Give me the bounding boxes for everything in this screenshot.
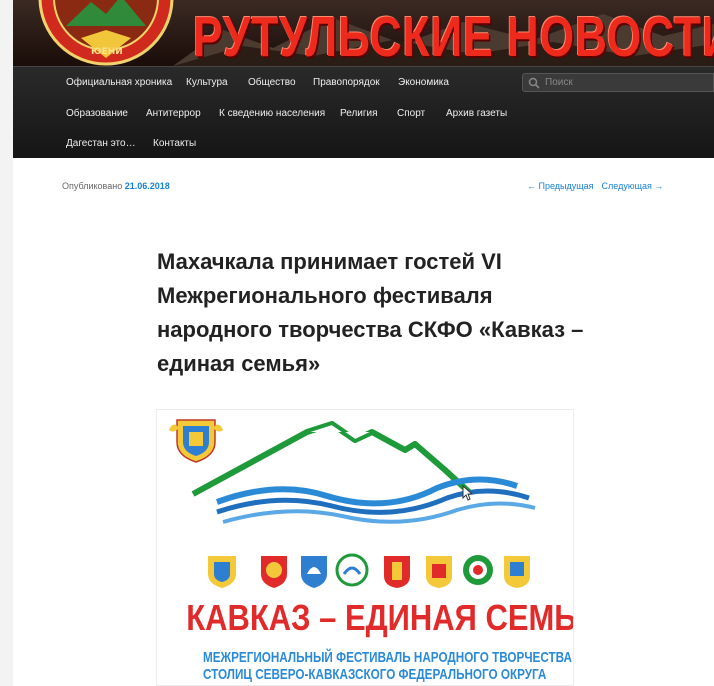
post-navigation: ← Предыдущая Следующая → bbox=[527, 181, 663, 191]
page-left-gutter bbox=[0, 0, 13, 686]
published-label: Опубликовано bbox=[62, 181, 123, 191]
makhachkala-emblem bbox=[169, 419, 223, 463]
site-logo-emblem: ЮЕНИ bbox=[38, 0, 174, 66]
chechnya-emblem bbox=[301, 556, 327, 588]
nav-item-education[interactable]: Образование bbox=[66, 108, 128, 120]
ossetia-emblem bbox=[463, 555, 493, 585]
poster-heading: КАВКАЗ – ЕДИНАЯ СЕМЬЯ bbox=[186, 597, 574, 638]
post-meta: Опубликовано 21.06.2018 bbox=[62, 181, 170, 191]
nav-item-economy[interactable]: Экономика bbox=[398, 77, 449, 89]
site-title: РУТУЛЬСКИЕ НОВОСТИ bbox=[193, 5, 714, 66]
nav-item-contacts[interactable]: Контакты bbox=[153, 138, 196, 150]
post-title: Махачкала принимает гостей VI Межрегиона… bbox=[157, 249, 584, 376]
krasnodar-emblem bbox=[261, 556, 287, 588]
stavropol-emblem bbox=[335, 553, 369, 587]
post-date-link[interactable]: 21.06.2018 bbox=[125, 181, 170, 191]
previous-post-link[interactable]: ← Предыдущая bbox=[527, 181, 594, 191]
search-input[interactable] bbox=[545, 76, 705, 89]
nav-item-religion[interactable]: Религия bbox=[340, 108, 378, 120]
nav-item-dagestan[interactable]: Дагестан это… bbox=[66, 138, 136, 150]
ingushetia-emblem bbox=[384, 556, 410, 588]
dagestan-emblem bbox=[208, 556, 236, 588]
kbr-emblem bbox=[504, 556, 530, 588]
nav-item-official-chronicle[interactable]: Официальная хроника bbox=[66, 77, 172, 89]
main-navigation: Официальная хроника Культура Общество Пр… bbox=[13, 66, 714, 158]
festival-poster-image[interactable]: КАВКАЗ – ЕДИНАЯ СЕМЬЯ МЕЖРЕГИОНАЛЬНЫЙ ФЕ… bbox=[156, 409, 574, 686]
poster-artwork bbox=[169, 419, 536, 588]
nav-item-antiterror[interactable]: Антитеррор bbox=[146, 108, 201, 120]
search-icon bbox=[528, 77, 540, 89]
nav-item-culture[interactable]: Культура bbox=[186, 77, 228, 89]
poster-subtitle-line2: СТОЛИЦ СЕВЕРО-КАВКАЗСКОГО ФЕДЕРАЛЬНОГО О… bbox=[202, 666, 547, 683]
nav-item-society[interactable]: Общество bbox=[248, 77, 296, 89]
svg-text:ЮЕНИ: ЮЕНИ bbox=[91, 47, 123, 57]
next-post-link[interactable]: Следующая → bbox=[602, 181, 664, 191]
nav-item-public-notice[interactable]: К сведению населения bbox=[219, 108, 325, 120]
circassia-emblem bbox=[426, 556, 452, 588]
search-field[interactable] bbox=[522, 73, 714, 92]
mouse-cursor-icon bbox=[462, 485, 474, 501]
poster-subtitle-line1: МЕЖРЕГИОНАЛЬНЫЙ ФЕСТИВАЛЬ НАРОДНОГО ТВОР… bbox=[202, 649, 572, 666]
nav-item-sport[interactable]: Спорт bbox=[397, 108, 425, 120]
site-banner[interactable]: ЮЕНИ РУТУЛЬСКИЕ НОВОСТИ bbox=[13, 0, 714, 66]
nav-item-law-order[interactable]: Правопорядок bbox=[313, 77, 380, 89]
nav-item-newspaper-archive[interactable]: Архив газеты bbox=[446, 108, 507, 120]
